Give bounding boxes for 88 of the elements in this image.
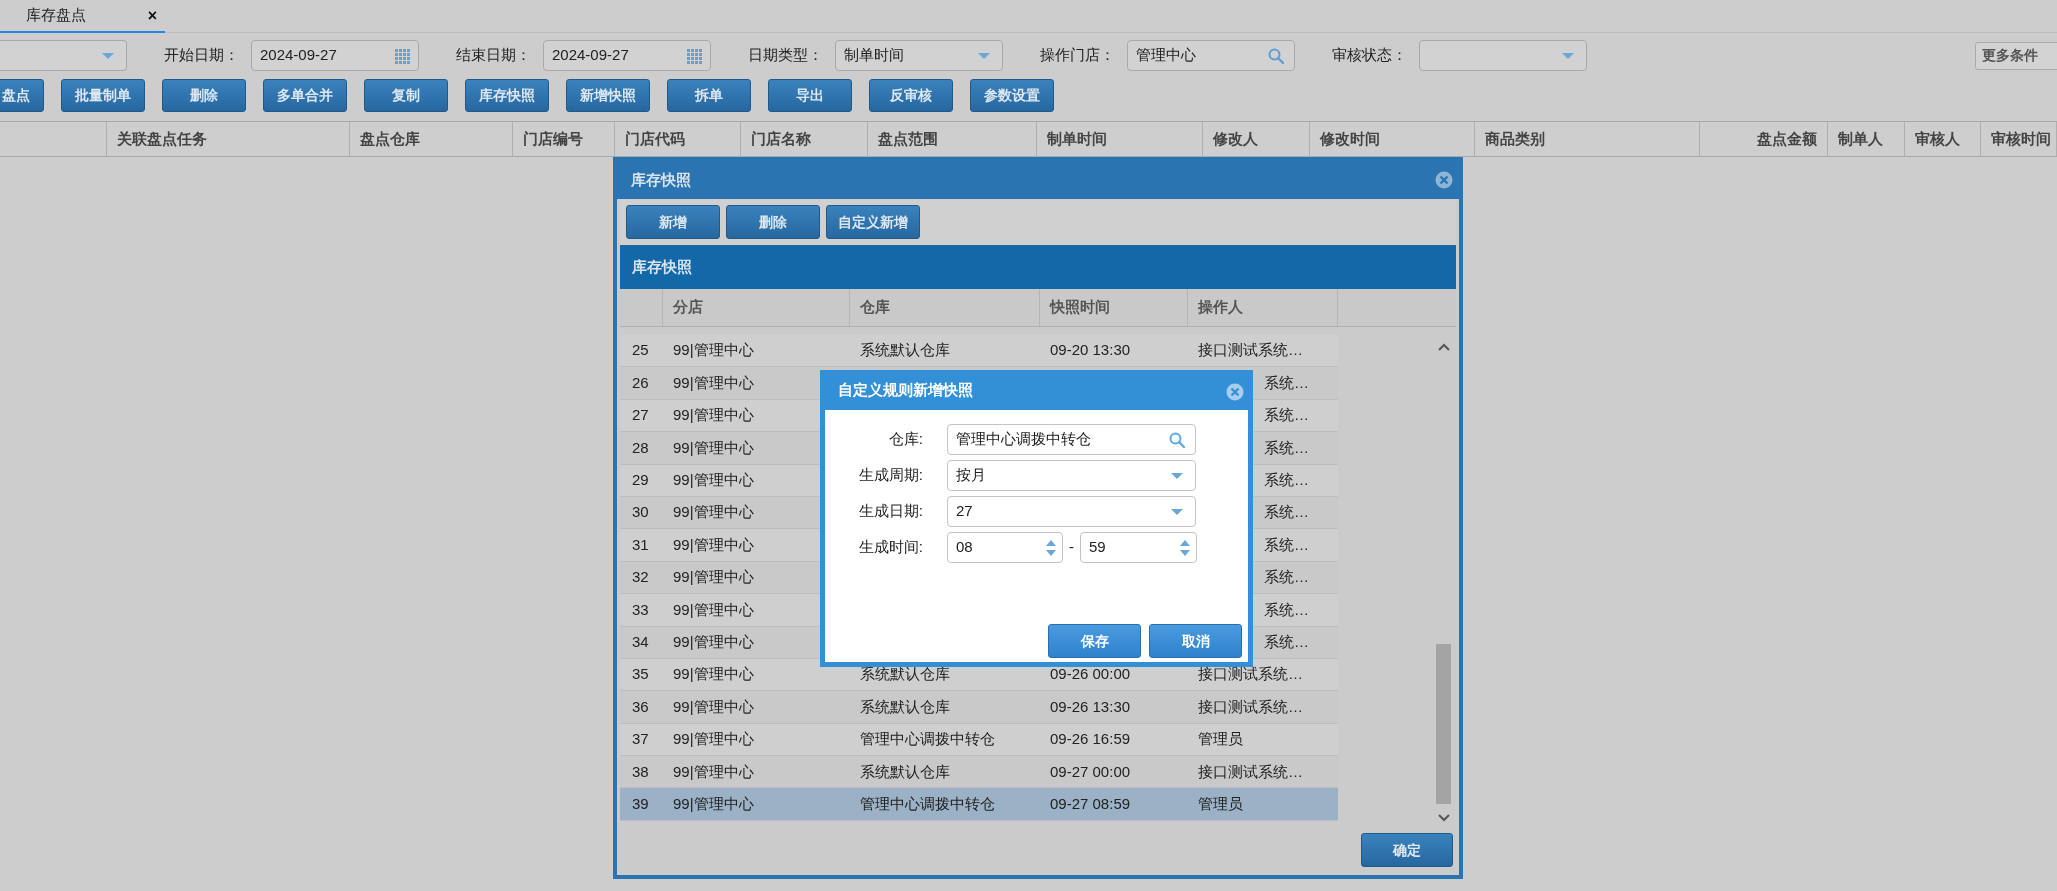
table-cell: 系统…	[1264, 438, 1309, 456]
table-cell: 系统…	[1264, 632, 1309, 650]
column-header: 制单时间	[1047, 128, 1107, 149]
table-cell: 管理员	[1198, 730, 1243, 748]
row-number: 26	[632, 373, 649, 391]
table-cell: 99|管理中心	[673, 568, 754, 586]
filter-label: 审核状态：	[1332, 45, 1408, 66]
table-cell: 接口测试系统…	[1198, 697, 1303, 715]
table-cell: 系统默认仓库	[860, 697, 950, 715]
table-cell: 系统默认仓库	[860, 341, 950, 359]
column-header: 审核人	[1915, 128, 1960, 149]
dialog-title: 库存快照	[631, 169, 691, 190]
table-cell: 系统…	[1264, 600, 1309, 618]
row-number: 31	[632, 535, 649, 553]
column-header: 操作人	[1198, 297, 1243, 318]
row-number: 38	[632, 762, 649, 780]
field-label: 生成时间:	[857, 537, 924, 558]
field-label: 生成周期:	[857, 465, 924, 486]
column-header: 分店	[673, 297, 703, 318]
column-header: 审核时间	[1991, 128, 2051, 149]
table-cell: 管理中心调拨中转仓	[860, 794, 995, 812]
column-header: 商品类别	[1485, 128, 1545, 149]
table-cell: 管理员	[1198, 794, 1243, 812]
column-header: 关联盘点任务	[117, 128, 207, 149]
column-header: 门店代码	[625, 128, 685, 149]
table-cell: 99|管理中心	[673, 600, 754, 618]
table-cell: 99|管理中心	[673, 794, 754, 812]
filter-label: 操作门店：	[1040, 45, 1116, 66]
table-cell: 09-27 08:59	[1050, 794, 1131, 812]
table-cell: 系统…	[1264, 406, 1309, 424]
table-cell: 99|管理中心	[673, 730, 754, 748]
table-cell: 99|管理中心	[673, 471, 754, 488]
table-cell: 99|管理中心	[673, 762, 754, 780]
row-number: 37	[632, 730, 649, 748]
table-cell: 09-26 16:59	[1050, 730, 1131, 748]
row-number: 35	[632, 665, 649, 683]
table-cell: 系统…	[1264, 471, 1309, 488]
column-header: 盘点范围	[878, 128, 938, 149]
table-cell: 09-20 13:30	[1050, 341, 1131, 359]
filter-label: 结束日期：	[456, 45, 532, 66]
field-label: 生成日期:	[857, 501, 924, 522]
table-cell: 99|管理中心	[673, 438, 754, 456]
table-cell: 09-26 00:00	[1050, 665, 1131, 683]
field-label: 仓库:	[887, 429, 924, 450]
column-header: 门店编号	[523, 128, 583, 149]
table-cell: 99|管理中心	[673, 665, 754, 683]
column-header: 门店名称	[751, 128, 811, 149]
table-cell: 09-27 00:00	[1050, 762, 1131, 780]
row-number: 29	[632, 471, 649, 488]
row-number: 36	[632, 697, 649, 715]
column-header: 盘点仓库	[360, 128, 420, 149]
table-cell: 系统默认仓库	[860, 665, 950, 683]
column-header: 制单人	[1838, 128, 1883, 149]
table-cell: 系统…	[1264, 535, 1309, 553]
column-header: 修改人	[1213, 128, 1258, 149]
table-cell: 系统默认仓库	[860, 762, 950, 780]
filter-label: 日期类型：	[748, 45, 824, 66]
table-cell: 管理中心调拨中转仓	[860, 730, 995, 748]
row-number: 25	[632, 341, 649, 359]
row-number: 32	[632, 568, 649, 586]
column-header: 修改时间	[1320, 128, 1380, 149]
row-number: 33	[632, 600, 649, 618]
table-cell: 接口测试系统…	[1198, 762, 1303, 780]
filter-label: 开始日期：	[164, 45, 240, 66]
row-number: 39	[632, 794, 649, 812]
column-header: 快照时间	[1050, 297, 1110, 318]
row-number: 30	[632, 503, 649, 521]
table-cell: 99|管理中心	[673, 373, 754, 391]
table-cell: 09-26 13:30	[1050, 697, 1131, 715]
table-cell: 接口测试系统…	[1198, 341, 1303, 359]
dialog-title: 自定义规则新增快照	[838, 379, 973, 400]
table-cell: 接口测试系统…	[1198, 665, 1303, 683]
table-cell: 系统…	[1264, 568, 1309, 586]
column-header: 盘点金额	[1757, 128, 1817, 149]
row-number: 27	[632, 406, 649, 424]
separator-text: -	[1068, 537, 1075, 558]
table-cell: 99|管理中心	[673, 503, 754, 521]
table-cell: 99|管理中心	[673, 697, 754, 715]
grid-title: 库存快照	[632, 256, 692, 277]
row-number: 34	[632, 632, 649, 650]
table-cell: 99|管理中心	[673, 535, 754, 553]
table-cell: 系统…	[1264, 503, 1309, 521]
table-cell: 99|管理中心	[673, 632, 754, 650]
column-header: 仓库	[860, 297, 890, 318]
table-cell: 系统…	[1264, 373, 1309, 391]
table-cell: 99|管理中心	[673, 406, 754, 424]
table-cell: 99|管理中心	[673, 341, 754, 359]
row-number: 28	[632, 438, 649, 456]
